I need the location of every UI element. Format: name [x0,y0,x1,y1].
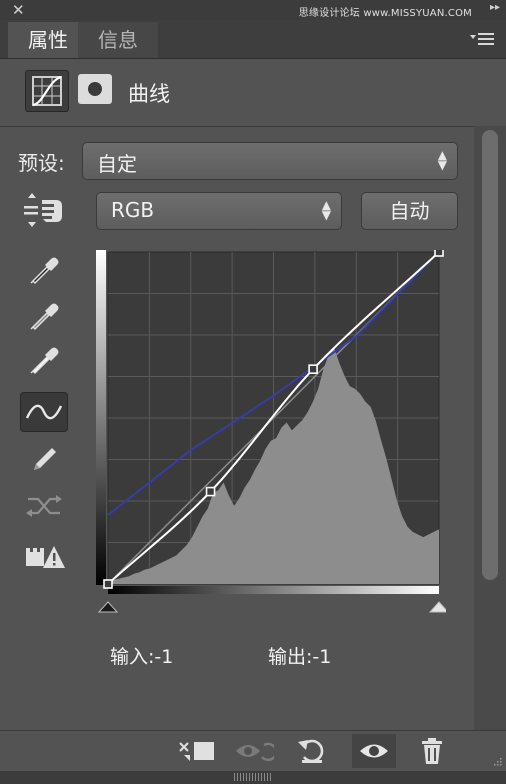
curve-control-point[interactable] [205,486,216,497]
black-point-slider[interactable] [97,601,119,613]
input-gradient-bar [108,586,439,594]
divider [0,126,506,127]
tab-properties[interactable]: 属性 [8,22,88,58]
preset-select[interactable]: 自定 ▲ ▼ [82,142,458,180]
output-readout: 输出:-1 [268,646,332,668]
view-previous-state-icon[interactable] [232,734,276,768]
resize-grip-icon[interactable] [490,756,502,768]
clipping-warning-icon[interactable] [20,536,68,576]
channel-value: RGB [111,198,155,222]
curve-control-point[interactable] [103,579,113,589]
adjustment-title: 曲线 [128,82,170,106]
curve-control-point[interactable] [434,250,444,257]
gray-point-eyedropper-icon[interactable] [20,296,68,336]
collapse-panel-icon[interactable]: ▸▸ [490,2,500,13]
clip-to-layer-icon[interactable] [174,734,218,768]
on-image-adjust-icon[interactable] [20,190,68,230]
black-point-eyedropper-icon[interactable] [20,250,68,290]
reset-icon[interactable] [290,734,334,768]
panel-drag-grip[interactable] [234,773,272,781]
panel-menu-icon[interactable] [470,32,494,46]
auto-button[interactable]: 自动 [361,192,458,230]
preset-value: 自定 [97,152,137,176]
layer-mask-icon [78,74,112,104]
close-icon[interactable]: ✕ [12,1,25,19]
tab-info[interactable]: 信息 [78,22,158,58]
visibility-eye-icon[interactable] [352,734,396,768]
input-readout: 输入:-1 [110,646,174,668]
white-point-eyedropper-icon[interactable] [20,340,68,380]
smooth-curve-icon [20,486,68,526]
pencil-icon[interactable] [20,440,68,480]
output-gradient-bar [96,250,106,585]
curves-graph[interactable] [96,250,446,620]
curve-point-tool-icon[interactable] [20,392,68,432]
scrollbar-thumb[interactable] [482,130,498,580]
curves-adjustment-icon [25,70,69,112]
updown-arrows-icon: ▲ ▼ [321,198,331,222]
updown-arrows-icon: ▲ ▼ [437,148,447,172]
trash-icon[interactable] [410,734,454,768]
preset-label: 预设: [18,151,65,175]
white-point-slider[interactable] [428,601,446,613]
channel-select[interactable]: RGB ▲ ▼ [96,192,342,230]
curve-control-point[interactable] [308,364,318,374]
watermark-text: 思缘设计论坛 www.MISSYUAN.COM [298,8,472,19]
